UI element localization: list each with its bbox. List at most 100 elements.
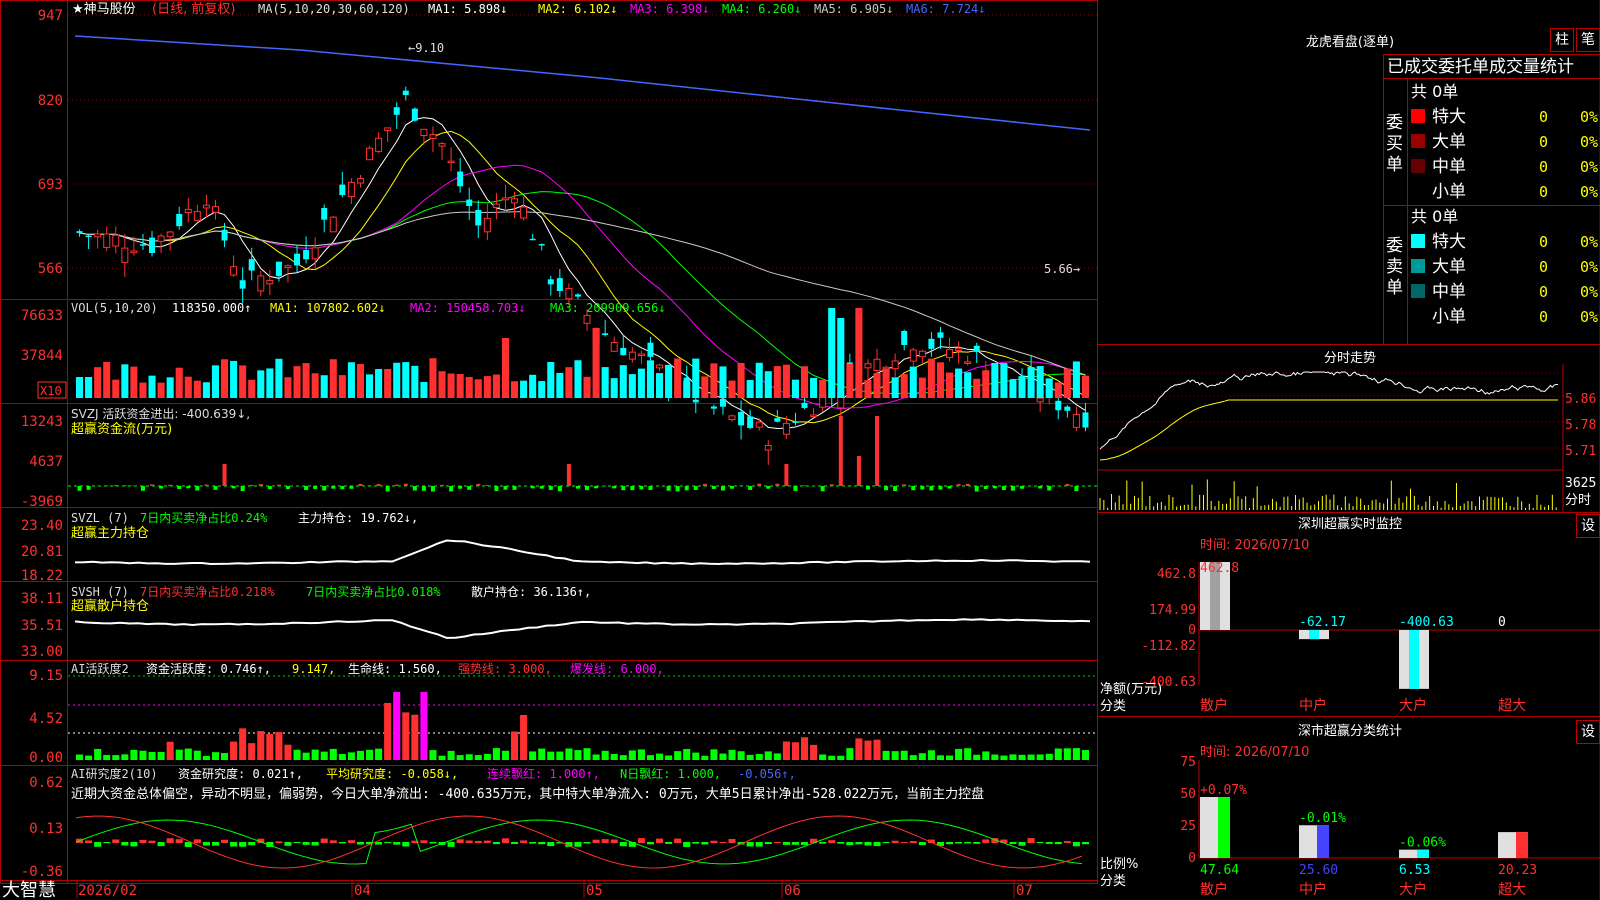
- svzj-bar: [974, 486, 979, 492]
- candle-body: [547, 279, 554, 285]
- ai-active-bar: [148, 752, 156, 760]
- svzj-bar: [440, 484, 445, 486]
- svzj-bar: [467, 486, 472, 490]
- volume-bar: [275, 358, 283, 398]
- volume-bar: [801, 366, 809, 398]
- ai-active-bar: [284, 744, 292, 760]
- volume-bar: [628, 374, 636, 398]
- svzj-bar: [793, 486, 798, 491]
- ai-active-bar: [837, 755, 845, 760]
- svg-text:超赢散户持仓: 超赢散户持仓: [71, 598, 149, 614]
- ai-active-bar: [1063, 748, 1071, 760]
- ai-active-bar: [646, 755, 654, 760]
- ai-active-bar: [420, 692, 428, 760]
- ai-active-bar: [103, 754, 111, 760]
- svg-text:AI活跃度2: AI活跃度2: [71, 661, 129, 676]
- candle-body: [792, 421, 799, 423]
- ai-active-bar: [601, 750, 609, 760]
- ai-active-bar: [755, 753, 763, 760]
- ai-research-bar: [239, 842, 247, 847]
- volume-bar: [121, 364, 129, 398]
- row-count: 0: [1539, 158, 1548, 176]
- ai-research-bar: [855, 842, 863, 845]
- price-low-mark: 5.66→: [1044, 262, 1080, 276]
- ai-research-bar: [293, 842, 301, 844]
- svg-text:04: 04: [354, 883, 371, 899]
- ai-research-bar: [284, 842, 292, 846]
- sz-monitor-settings-button[interactable]: 设: [1576, 514, 1600, 538]
- sell-rows: 特大 0 0% 大单 0 0% 中单 0 0% 小单 0 0%: [1411, 232, 1598, 327]
- candle-body: [94, 233, 102, 238]
- svzj-bar: [385, 486, 390, 492]
- ai-research-bar: [483, 840, 491, 843]
- column-view-button[interactable]: 柱: [1550, 28, 1574, 52]
- volume-tick: 76633: [21, 308, 63, 324]
- buy-total: 共 0单: [1411, 82, 1458, 101]
- ai-active-bar: [846, 748, 854, 760]
- ai-active-bar: [982, 751, 990, 760]
- volume-bar: [221, 359, 229, 398]
- svzj-bar: [367, 485, 372, 486]
- ai-research-bar: [946, 842, 954, 845]
- ai-active-bar: [411, 714, 419, 760]
- ai-active-bar: [1045, 753, 1053, 760]
- ai-active-bar: [356, 750, 364, 760]
- volume-bar: [166, 377, 174, 398]
- ai-research-bar: [873, 842, 881, 847]
- svzj-bar: [195, 486, 200, 491]
- ai-active-bar: [873, 739, 881, 760]
- ai-active-bar: [746, 754, 754, 760]
- ai-active-bar: [547, 751, 555, 760]
- candle-body: [973, 345, 980, 352]
- ai-active-bar: [1009, 754, 1017, 760]
- svzj-bar: [1074, 486, 1079, 492]
- candle-body: [275, 261, 282, 277]
- intraday-price-line: [1099, 371, 1559, 450]
- row-pct: 0%: [1580, 233, 1598, 251]
- candle-body: [520, 206, 528, 219]
- ai-active-bar: [764, 751, 772, 760]
- volume-bar: [819, 380, 827, 398]
- svzj-bar: [992, 486, 997, 489]
- candle-body: [602, 333, 609, 336]
- ai-active-bar: [828, 755, 836, 760]
- ai-research-bar: [683, 842, 691, 847]
- ai-research-bar: [474, 840, 482, 843]
- candle-body: [774, 418, 781, 422]
- volume-bar: [973, 378, 981, 398]
- volume-bar: [610, 378, 618, 398]
- stock-name[interactable]: ★神马股份: [72, 2, 136, 17]
- ai-research-bar: [973, 842, 981, 844]
- svzj-bar: [222, 464, 227, 486]
- svzj-bar: [748, 486, 753, 490]
- volume-bar: [511, 381, 519, 398]
- ai-research-header: AI研究度2(10) 资金研究度: 0.021↑, 平均研究度: -0.058↓…: [71, 766, 984, 802]
- svg-text:5.71: 5.71: [1565, 444, 1596, 459]
- ai-research-bar: [900, 841, 908, 843]
- sz-class-settings-button[interactable]: 设: [1576, 720, 1600, 744]
- ratio-bar-accent: [1516, 832, 1528, 858]
- tick-view-button[interactable]: 笔: [1576, 28, 1600, 52]
- category-label: 中户: [1299, 881, 1327, 898]
- app-logo: 大智慧: [2, 880, 56, 900]
- svg-text:资金研究度: 0.021↑,: 资金研究度: 0.021↑,: [178, 766, 303, 781]
- svg-text:MA2: 150458.703↓: MA2: 150458.703↓: [410, 301, 526, 315]
- ai-research-bar: [719, 841, 727, 843]
- volume-bar: [148, 375, 156, 398]
- ai-research-bar: [791, 842, 799, 845]
- net-bar-shade: [1309, 630, 1319, 640]
- svg-text:4.52: 4.52: [29, 711, 63, 727]
- svzj-bar: [585, 486, 590, 491]
- intraday-gridlines: [1098, 372, 1563, 449]
- svzj-bar: [503, 486, 508, 490]
- svg-text:MA1: 107802.602↓: MA1: 107802.602↓: [270, 301, 386, 315]
- svzj-bar: [1065, 483, 1070, 486]
- svzj-bar: [847, 485, 852, 486]
- ai-active-bar: [248, 743, 256, 760]
- svzj-axis: 13243 4637 -3969: [21, 414, 63, 510]
- candle-body: [294, 253, 301, 266]
- svg-text:分时: 分时: [1565, 493, 1591, 508]
- svzj-bar: [557, 486, 562, 492]
- ai-research-bar: [393, 842, 401, 845]
- ai-active-bar: [76, 754, 84, 760]
